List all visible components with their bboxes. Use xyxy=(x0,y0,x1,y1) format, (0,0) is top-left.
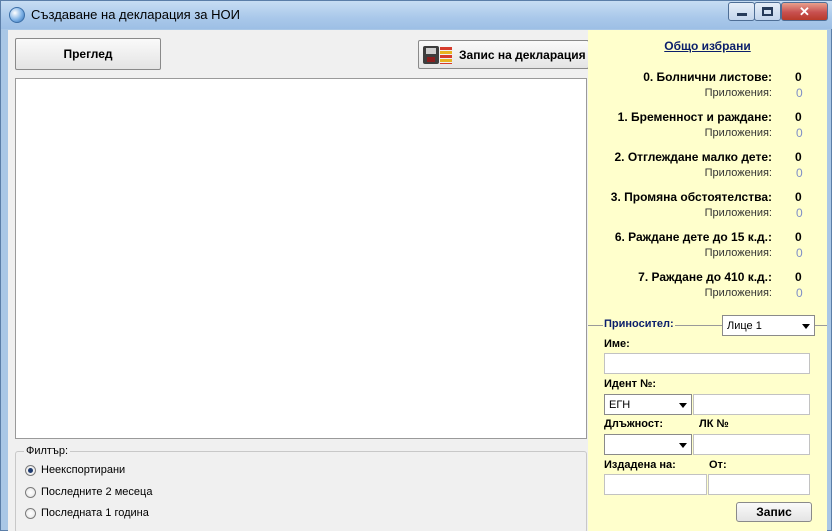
person-select[interactable]: Лице 1 xyxy=(722,315,815,336)
app-window: Създаване на декларация за НОИ ✕ Преглед… xyxy=(0,0,832,531)
issued-by-label: От: xyxy=(709,459,727,471)
floppy-disk-icon xyxy=(423,44,453,66)
filter-legend: Филтър: xyxy=(24,445,71,457)
stat-value: 0 xyxy=(795,230,802,244)
filter-option-last-year[interactable]: Последната 1 година xyxy=(25,507,149,519)
minimize-button[interactable] xyxy=(728,2,755,21)
radio-icon[interactable] xyxy=(25,507,36,519)
attachments-value: 0 xyxy=(796,86,803,100)
filter-option-label: Неекспортирани xyxy=(41,464,126,476)
minimize-icon xyxy=(736,13,747,16)
stat-label: 6. Раждане дете до 15 к.д.: xyxy=(614,230,772,244)
stat-value: 0 xyxy=(795,270,802,284)
issued-by-field[interactable] xyxy=(708,474,810,495)
attachments-value: 0 xyxy=(796,246,803,260)
filter-option-last-2-months[interactable]: Последните 2 месеца xyxy=(25,486,152,498)
name-label: Име: xyxy=(604,338,630,350)
chevron-down-icon[interactable] xyxy=(802,323,810,329)
stat-value: 0 xyxy=(795,110,802,124)
attachments-value: 0 xyxy=(796,126,803,140)
stat-value: 0 xyxy=(795,150,802,164)
attachments-value: 0 xyxy=(796,286,803,300)
attachments-label: Приложения: xyxy=(704,167,772,179)
attachments-value: 0 xyxy=(796,206,803,220)
id-number-label: Идент №: xyxy=(604,378,657,390)
stat-label: 2. Отглеждане малко дете: xyxy=(614,150,773,164)
radio-icon[interactable] xyxy=(25,486,36,498)
attachments-label: Приложения: xyxy=(704,287,772,299)
save-bearer-button[interactable]: Запис xyxy=(736,502,812,522)
stat-value: 0 xyxy=(795,70,802,84)
attachments-value: 0 xyxy=(796,166,803,180)
issued-on-label: Издадена на: xyxy=(604,459,676,471)
filter-group: Филтър: Неекспортирани Последните 2 месе… xyxy=(15,445,587,531)
attachments-label: Приложения: xyxy=(704,87,772,99)
summary-title: Общо избрани xyxy=(664,39,751,53)
summary-panel: Общо избрани 0. Болнични листове: 0 Прил… xyxy=(588,30,827,531)
declarations-list[interactable] xyxy=(15,78,587,439)
save-declaration-button[interactable]: Запис на декларация xyxy=(418,40,589,69)
filter-option-label: Последната 1 година xyxy=(41,507,149,519)
person-select-value: Лице 1 xyxy=(727,319,762,332)
app-icon xyxy=(9,7,25,23)
save-declaration-label: Запис на декларация xyxy=(459,47,586,62)
stat-label: 7. Раждане до 410 к.д.: xyxy=(638,270,772,284)
filter-option-unexported[interactable]: Неекспортирани xyxy=(25,464,125,476)
bearer-group-label: Приносител: xyxy=(603,318,675,330)
close-icon: ✕ xyxy=(799,3,810,19)
chevron-down-icon[interactable] xyxy=(679,402,687,408)
attachments-label: Приложения: xyxy=(704,207,772,219)
chevron-down-icon[interactable] xyxy=(679,442,687,448)
title-bar[interactable]: Създаване на декларация за НОИ ✕ xyxy=(1,1,832,29)
radio-checked-icon[interactable] xyxy=(25,464,36,476)
attachments-label: Приложения: xyxy=(704,247,772,259)
issued-on-field[interactable] xyxy=(604,474,707,495)
attachments-label: Приложения: xyxy=(704,127,772,139)
maximize-button[interactable] xyxy=(754,2,781,21)
position-select[interactable] xyxy=(604,434,692,455)
stat-value: 0 xyxy=(795,190,802,204)
position-label: Длъжност: xyxy=(604,418,664,430)
id-type-value: ЕГН xyxy=(609,398,631,411)
lk-number-label: ЛК № xyxy=(699,418,729,430)
id-type-select[interactable]: ЕГН xyxy=(604,394,692,415)
name-field[interactable] xyxy=(604,353,810,374)
stat-label: 1. Бременност и раждане: xyxy=(617,110,772,124)
filter-option-label: Последните 2 месеца xyxy=(41,486,153,498)
window-title: Създаване на декларация за НОИ xyxy=(31,7,240,22)
preview-button[interactable]: Преглед xyxy=(15,38,161,70)
stat-label: 3. Промяна обстоятелства: xyxy=(610,190,772,204)
window-client-area: Преглед Запис на декларация Филтър: Неек… xyxy=(8,30,827,531)
maximize-icon xyxy=(762,7,773,16)
close-button[interactable]: ✕ xyxy=(781,2,828,21)
lk-number-field[interactable] xyxy=(693,434,810,455)
stat-label: 0. Болнични листове: xyxy=(643,70,772,84)
id-number-field[interactable] xyxy=(693,394,810,415)
